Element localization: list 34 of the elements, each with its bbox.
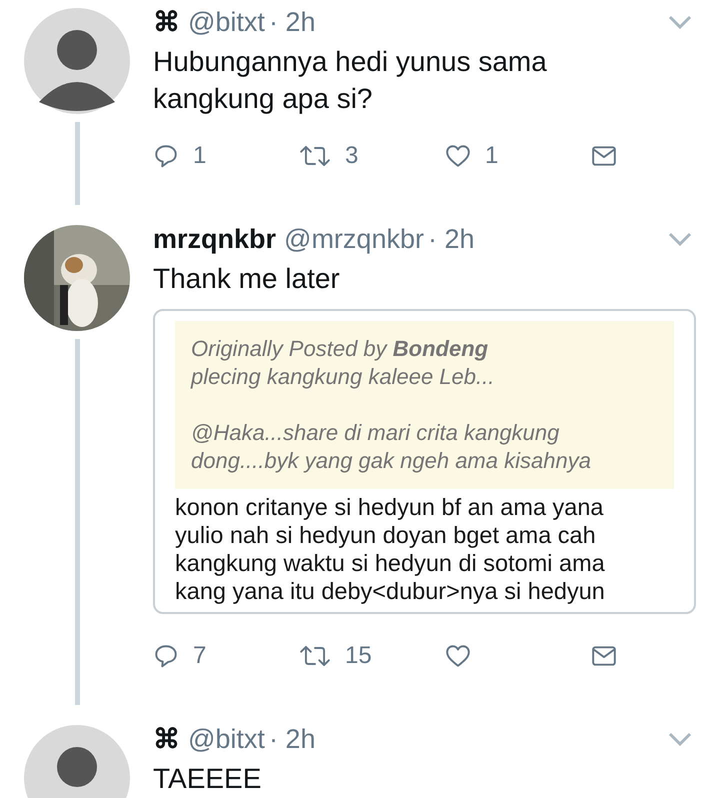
timestamp: · 2h <box>268 6 316 38</box>
handle[interactable]: @mrzqnkbr <box>284 224 424 254</box>
heart-icon[interactable] <box>445 643 471 669</box>
tweet-text: Thank me later <box>153 262 341 296</box>
post-text: konon critanye si hedyun bf an ama yana <box>174 493 604 521</box>
handle[interactable]: @bitxt <box>188 6 265 38</box>
timestamp: · 2h <box>268 724 316 754</box>
post-text: kangkung waktu si hedyun di sotomi ama <box>174 549 606 577</box>
quote-text: Originally Posted by Bondeng <box>191 335 490 363</box>
timestamp: · 2h <box>428 224 474 254</box>
quote-text: plecing kangkung kaleee Leb... <box>191 363 496 391</box>
like-count: 1 <box>485 142 498 170</box>
quote-text: @Haka...share di mari crita kangkung <box>191 419 560 447</box>
tweet-text: TAEEEE <box>153 762 262 796</box>
display-name[interactable]: ⌘ <box>153 723 180 755</box>
post-text: yulio nah si hedyun doyan bget ama cah <box>174 521 597 549</box>
reply-count: 7 <box>193 642 206 670</box>
reply-icon[interactable] <box>153 143 179 169</box>
avatar[interactable] <box>24 8 130 114</box>
quote-text: dong....byk yang gak ngeh ama kisahnya <box>191 447 592 475</box>
tweet-text: Hubungannya hedi yunus sama <box>153 45 548 79</box>
display-name[interactable]: ⌘ <box>153 6 180 38</box>
forum-post-screenshot[interactable] <box>153 309 696 614</box>
display-name[interactable]: mrzqnkbr <box>153 224 276 254</box>
retweet-icon[interactable] <box>299 643 331 669</box>
retweet-count: 3 <box>345 142 358 170</box>
reply-icon[interactable] <box>153 643 179 669</box>
heart-icon[interactable] <box>445 143 471 169</box>
tweet-text: kangkung apa si? <box>153 82 374 116</box>
retweet-icon[interactable] <box>299 143 331 169</box>
reply-count: 1 <box>193 142 206 170</box>
retweet-count: 15 <box>345 642 372 670</box>
post-text: kang yana itu deby<dubur>nya si hedyun <box>174 577 606 605</box>
handle[interactable]: @bitxt <box>188 724 265 754</box>
